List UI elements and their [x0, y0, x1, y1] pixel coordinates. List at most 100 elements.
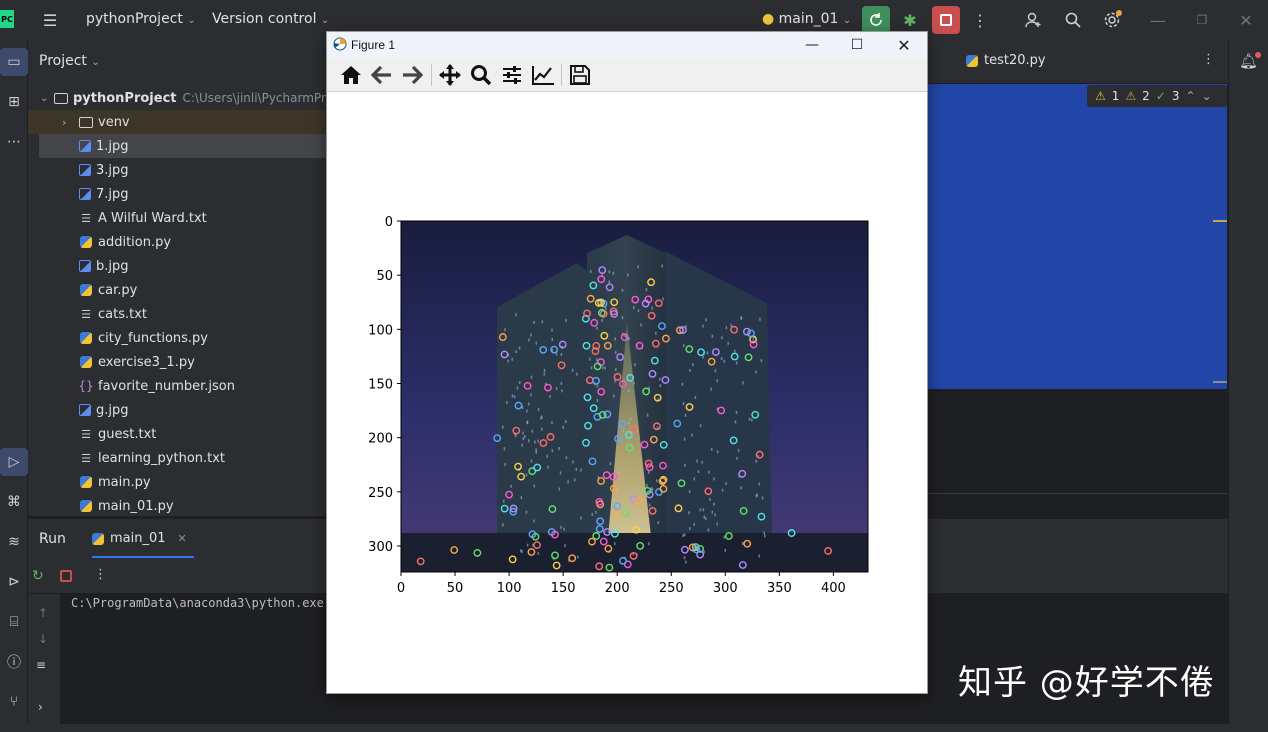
scroll-down-icon[interactable]: ↓: [38, 632, 48, 646]
window-light: [507, 359, 509, 363]
back-icon[interactable]: [370, 64, 394, 86]
tree-item[interactable]: ☰ guest.txt: [28, 422, 328, 446]
tab-test20[interactable]: test20.py: [966, 53, 1046, 68]
tree-item[interactable]: car.py: [28, 278, 328, 302]
console-output-line: C:\ProgramData\anaconda3\python.exe C: [71, 596, 339, 610]
stop-button[interactable]: [932, 6, 960, 34]
tree-item[interactable]: main_01.py: [28, 494, 328, 516]
tree-root[interactable]: ⌄ pythonProject C:\Users\jinli\PycharmPr: [28, 86, 328, 110]
edit-axes-icon[interactable]: [531, 64, 555, 86]
close-tab-icon[interactable]: ✕: [178, 532, 187, 545]
tree-item[interactable]: g.jpg: [28, 398, 328, 422]
problems-icon[interactable]: ⓘ: [0, 648, 28, 676]
window-light: [713, 502, 715, 506]
window-light: [716, 450, 719, 454]
tree-item[interactable]: addition.py: [28, 230, 328, 254]
tree-item-label: b.jpg: [96, 258, 129, 274]
project-selector[interactable]: pythonProject ⌄: [86, 11, 196, 27]
tree-item[interactable]: ☰ learning_python.txt: [28, 446, 328, 470]
window-light: [720, 357, 723, 361]
structure-tool-icon[interactable]: ⊞: [0, 88, 28, 116]
zoom-icon[interactable]: [469, 64, 493, 86]
tree-item[interactable]: ☰ A Wilful Ward.txt: [28, 206, 328, 230]
configure-subplots-icon[interactable]: [500, 64, 524, 86]
save-icon[interactable]: [568, 64, 592, 86]
tree-item-label: city_functions.py: [98, 330, 209, 346]
x-tick-label: 50: [447, 581, 464, 596]
tree-item[interactable]: 3.jpg: [28, 158, 328, 182]
typo-count: 3: [1171, 89, 1180, 103]
figure-minimize-icon[interactable]: —: [798, 35, 826, 55]
rerun-button[interactable]: [862, 6, 890, 34]
window-light: [758, 482, 761, 486]
chevron-down-icon[interactable]: ⌄: [1202, 89, 1212, 103]
settings-gear-icon[interactable]: [1100, 8, 1124, 32]
python-file-icon: [79, 499, 93, 513]
text-file-icon: ☰: [81, 451, 91, 465]
more-actions-icon[interactable]: ⋮: [94, 567, 107, 582]
tree-item-label: addition.py: [98, 234, 172, 250]
editor-selection-area[interactable]: [927, 84, 1227, 389]
window-light: [561, 389, 563, 393]
tree-item[interactable]: › venv: [28, 110, 328, 134]
window-light: [558, 487, 561, 491]
project-tool-icon[interactable]: ▭: [0, 48, 28, 76]
run-config-selector[interactable]: ● main_01 ⌄: [762, 11, 851, 27]
debug-icon[interactable]: ✱: [898, 8, 922, 32]
search-icon[interactable]: [1061, 8, 1085, 32]
pan-icon[interactable]: [438, 64, 462, 86]
chevron-up-icon[interactable]: ⌃: [1186, 89, 1196, 103]
tree-item[interactable]: main.py: [28, 470, 328, 494]
rerun-icon[interactable]: ↻: [32, 568, 44, 584]
soft-wrap-icon[interactable]: ≡: [36, 658, 46, 672]
tree-item-label: learning_python.txt: [98, 450, 226, 466]
window-light: [737, 448, 740, 452]
close-icon[interactable]: ✕: [1234, 8, 1258, 32]
more-actions-icon[interactable]: ⋮: [968, 8, 992, 32]
project-panel-header[interactable]: Project ⌄: [39, 53, 100, 69]
minimize-icon[interactable]: —: [1146, 8, 1170, 32]
pycharm-logo-icon[interactable]: PC: [0, 10, 14, 28]
tree-item[interactable]: ☰ cats.txt: [28, 302, 328, 326]
run-tool-icon[interactable]: ▷: [0, 448, 28, 476]
tree-item[interactable]: 1.jpg: [39, 134, 328, 158]
window-light: [589, 357, 591, 361]
inspections-widget[interactable]: ⚠ 1 ⚠ 2 ✓ 3 ⌃ ⌄: [1087, 85, 1227, 107]
window-light: [571, 368, 574, 372]
python-packages-icon[interactable]: ⌘: [0, 488, 28, 516]
window-light: [682, 401, 685, 405]
forward-icon[interactable]: [400, 64, 424, 86]
restore-icon[interactable]: ❐: [1190, 8, 1214, 32]
figure-toolbar: [327, 58, 927, 92]
figure-maximize-icon[interactable]: ☐: [843, 35, 871, 55]
window-light: [567, 480, 569, 484]
scroll-up-icon[interactable]: ↑: [38, 606, 48, 620]
y-tick-label: 150: [368, 378, 393, 393]
home-icon[interactable]: [339, 64, 363, 86]
stop-icon[interactable]: [60, 570, 72, 582]
more-tools-icon[interactable]: ⋯: [0, 128, 28, 156]
layers-icon[interactable]: ≋: [0, 528, 28, 556]
tree-item[interactable]: b.jpg: [28, 254, 328, 278]
vcs-selector[interactable]: Version control ⌄: [212, 11, 329, 27]
run-tab-main01[interactable]: main_01 ✕: [92, 531, 187, 546]
main-menu-icon[interactable]: ☰: [38, 8, 62, 32]
tree-item[interactable]: 7.jpg: [28, 182, 328, 206]
plot-canvas[interactable]: 0 50 100 150 200 250 300 350 400 0 50 100 150 200 250…: [327, 93, 927, 693]
figure-close-icon[interactable]: ✕: [890, 35, 918, 55]
tree-item[interactable]: exercise3_1.py: [28, 350, 328, 374]
window-light: [503, 447, 506, 451]
add-user-icon[interactable]: [1021, 8, 1045, 32]
python-file-icon: [79, 355, 93, 369]
terminal-icon[interactable]: ⌸: [0, 608, 28, 636]
git-icon[interactable]: ⑂: [0, 688, 28, 716]
x-tick-label: 0: [397, 581, 405, 596]
window-light: [590, 366, 593, 370]
tree-item[interactable]: {} favorite_number.json: [28, 374, 328, 398]
tree-item[interactable]: city_functions.py: [28, 326, 328, 350]
services-icon[interactable]: ⊳: [0, 568, 28, 596]
chevron-right-icon[interactable]: ›: [38, 700, 43, 714]
window-light: [526, 543, 529, 547]
tab-more-icon[interactable]: ⋮: [1202, 52, 1215, 67]
window-light: [724, 548, 727, 552]
